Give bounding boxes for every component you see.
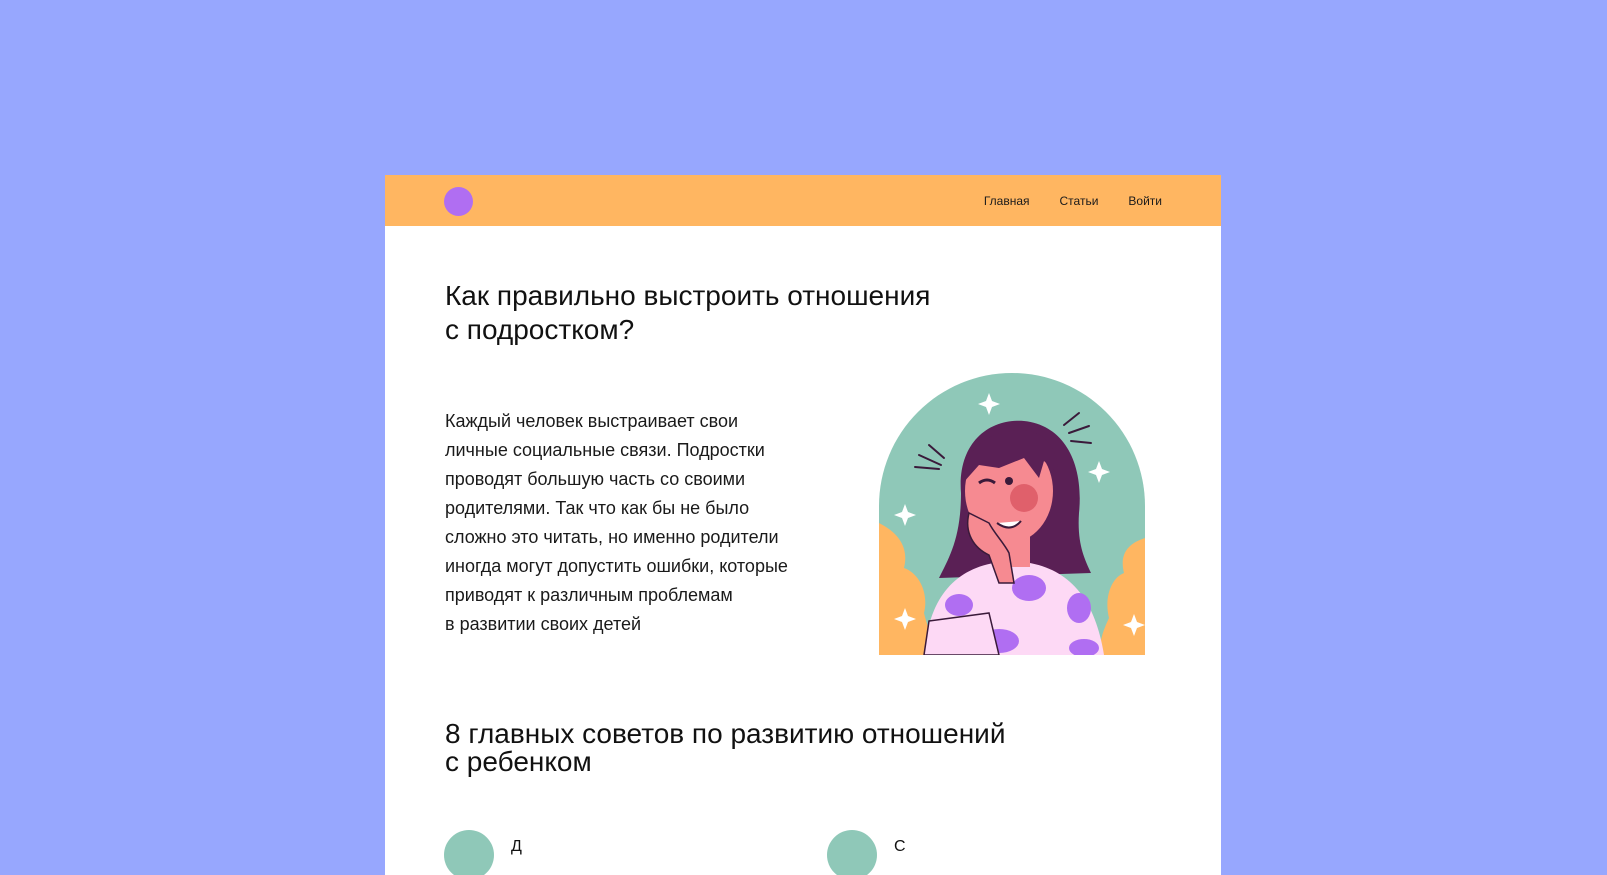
intro-paragraph: Каждый человек выстраивает свои личные с…: [445, 411, 788, 634]
page-card: Главная Статьи Войти Как правильно выстр…: [385, 175, 1221, 875]
main-nav: Главная Статьи Войти: [954, 175, 1162, 226]
page-title: Как правильно выстроить отношения с подр…: [445, 280, 931, 345]
nav-login-link[interactable]: Войти: [1128, 194, 1162, 208]
tip-2-label: С: [894, 838, 906, 855]
tip-2-badge: [827, 830, 877, 875]
girl-illustration: [879, 373, 1145, 655]
tip-1-badge: [444, 830, 494, 875]
nav-home-link[interactable]: Главная: [984, 194, 1030, 208]
tip-1-label: Д: [511, 838, 522, 855]
logo[interactable]: [444, 187, 473, 216]
nav-articles-link[interactable]: Статьи: [1060, 194, 1099, 208]
tips-heading: 8 главных советов по развитию отношений …: [445, 718, 1006, 777]
header-bar: Главная Статьи Войти: [385, 175, 1221, 226]
